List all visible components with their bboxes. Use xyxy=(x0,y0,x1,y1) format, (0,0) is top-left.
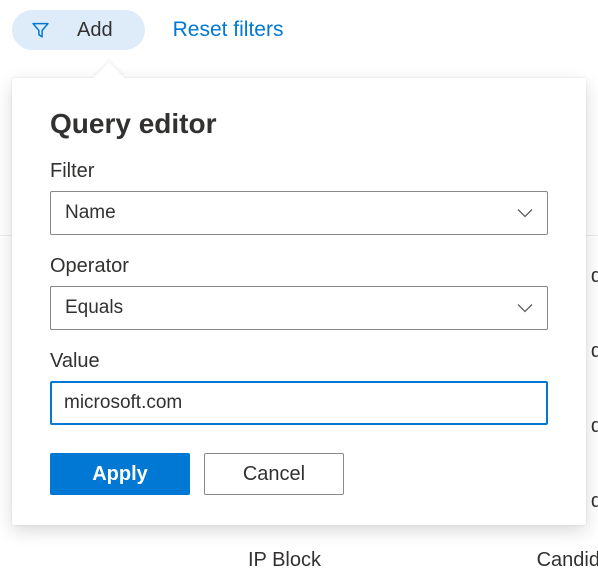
filter-icon xyxy=(32,22,49,39)
query-editor-panel: Query editor Filter Name Operator Equals… xyxy=(12,78,586,525)
value-input[interactable] xyxy=(50,381,548,425)
filter-select[interactable]: Name xyxy=(50,191,548,235)
filter-select-value: Name xyxy=(65,202,116,224)
operator-field-label: Operator xyxy=(50,255,548,278)
add-filter-label: Add xyxy=(77,19,113,42)
add-filter-button[interactable]: Add xyxy=(12,10,145,50)
bg-ip-block-text: IP Block xyxy=(248,549,321,572)
reset-filters-button[interactable]: Reset filters xyxy=(173,18,284,42)
bg-partial-text: d xyxy=(591,340,598,363)
operator-select[interactable]: Equals xyxy=(50,286,548,330)
operator-select-value: Equals xyxy=(65,297,123,319)
filter-field-label: Filter xyxy=(50,160,548,183)
bg-partial-text: d xyxy=(591,415,598,438)
bg-partial-text: d xyxy=(591,265,598,288)
value-field-label: Value xyxy=(50,350,548,373)
callout-beak xyxy=(93,62,124,93)
panel-title: Query editor xyxy=(50,108,548,140)
chevron-down-icon xyxy=(517,208,533,218)
chevron-down-icon xyxy=(517,303,533,313)
bg-candid-text: Candid xyxy=(537,549,598,572)
apply-button[interactable]: Apply xyxy=(50,453,190,495)
cancel-button[interactable]: Cancel xyxy=(204,453,344,495)
bg-partial-text: d xyxy=(591,490,598,513)
